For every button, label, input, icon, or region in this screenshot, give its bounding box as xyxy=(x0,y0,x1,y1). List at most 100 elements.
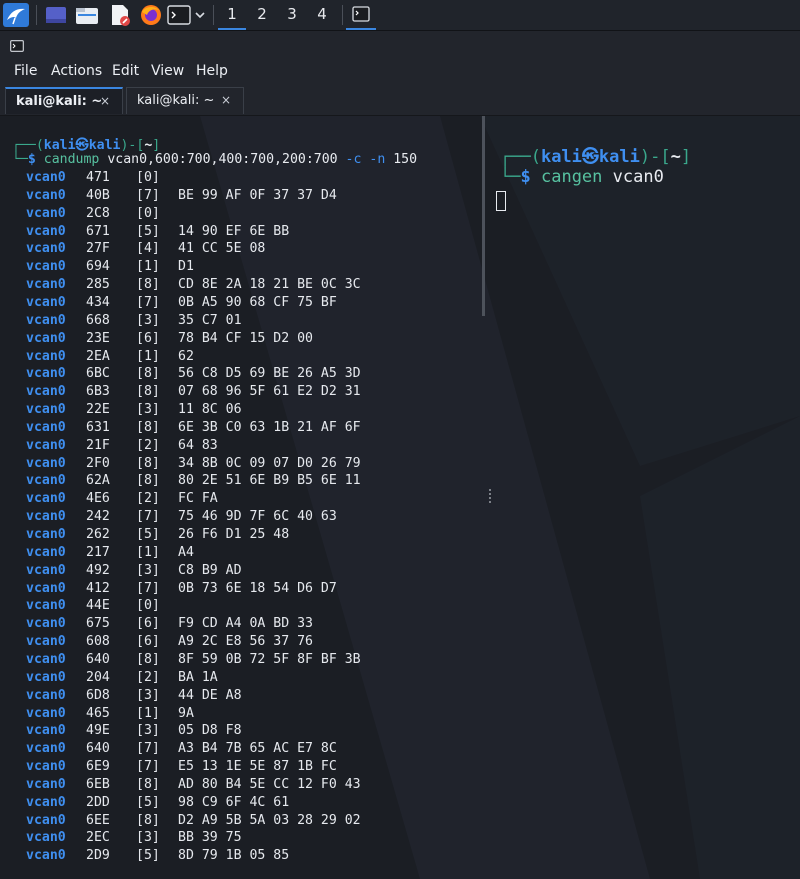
data-bytes: 64 83 xyxy=(178,437,218,453)
terminal-area[interactable]: ┌──(kali㉿kali)-[~] └─$ candump vcan0,600… xyxy=(0,116,800,879)
iface: vcan0 xyxy=(26,598,66,614)
dlc: [1] xyxy=(136,705,160,721)
left-prompt-line2: └─$ candump vcan0,600:700,400:700,200:70… xyxy=(12,152,418,167)
data-bytes: D1 xyxy=(178,259,194,275)
menu-view[interactable]: View xyxy=(151,63,184,79)
can-id: 6EE xyxy=(86,812,110,828)
iface: vcan0 xyxy=(26,580,66,596)
can-id: 412 xyxy=(86,580,110,596)
workspace-3[interactable]: 3 xyxy=(278,0,306,30)
splitter-handle[interactable] xyxy=(489,489,493,503)
data-bytes: E5 13 1E 5E 87 1B FC xyxy=(178,759,337,775)
iface: vcan0 xyxy=(26,384,66,400)
can-id: 6B3 xyxy=(86,384,110,400)
can-id: 694 xyxy=(86,259,110,275)
data-bytes: 98 C9 6F 4C 61 xyxy=(178,794,290,810)
dlc: [3] xyxy=(136,402,160,418)
terminal-window-icon xyxy=(352,6,370,22)
dlc: [3] xyxy=(136,830,160,846)
data-bytes: A3 B4 7B 65 AC E7 8C xyxy=(178,741,337,757)
text-editor-icon[interactable] xyxy=(108,3,132,27)
dlc: [8] xyxy=(136,812,160,828)
left-prompt-line1: ┌──(kali㉿kali)-[~] xyxy=(12,138,161,153)
iface: vcan0 xyxy=(26,241,66,257)
tab-label: kali@kali: ~ xyxy=(16,94,103,109)
dlc: [2] xyxy=(136,491,160,507)
data-bytes: 6E 3B C0 63 1B 21 AF 6F xyxy=(178,419,361,435)
file-manager-icon[interactable] xyxy=(75,3,99,27)
data-bytes: 0B 73 6E 18 54 D6 D7 xyxy=(178,580,337,596)
menu-edit[interactable]: Edit xyxy=(112,63,139,79)
data-bytes: 14 90 EF 6E BB xyxy=(178,223,290,239)
can-id: 40B xyxy=(86,187,110,203)
dlc: [8] xyxy=(136,455,160,471)
can-id: 6E9 xyxy=(86,759,110,775)
data-bytes: 8F 59 0B 72 5F 8F BF 3B xyxy=(178,651,361,667)
can-id: 6EB xyxy=(86,776,110,792)
data-bytes: 9A xyxy=(178,705,194,721)
data-bytes: BA 1A xyxy=(178,669,218,685)
can-id: 434 xyxy=(86,294,110,310)
data-bytes: 41 CC 5E 08 xyxy=(178,241,266,257)
data-bytes: 8D 79 1B 05 85 xyxy=(178,848,290,864)
can-id: 217 xyxy=(86,544,110,560)
data-bytes: 07 68 96 5F 61 E2 D2 31 xyxy=(178,384,361,400)
workspace-4[interactable]: 4 xyxy=(308,0,336,30)
tab-close-icon[interactable]: × xyxy=(100,89,110,114)
iface: vcan0 xyxy=(26,223,66,239)
tab-terminal-2[interactable]: kali@kali: ~ × xyxy=(126,87,244,114)
workspace-2[interactable]: 2 xyxy=(248,0,276,30)
menu-file[interactable]: File xyxy=(14,63,37,79)
can-id: 44E xyxy=(86,598,110,614)
window-terminal-icon xyxy=(10,40,24,52)
can-id: 21F xyxy=(86,437,110,453)
dlc: [5] xyxy=(136,527,160,542)
kali-menu-icon[interactable] xyxy=(3,3,29,27)
data-bytes: D2 A9 5B 5A 03 28 29 02 xyxy=(178,812,361,828)
data-bytes: A4 xyxy=(178,544,194,560)
can-id: 2C8 xyxy=(86,205,110,221)
dlc: [7] xyxy=(136,759,160,775)
dlc: [8] xyxy=(136,776,160,792)
data-bytes: 56 C8 D5 69 BE 26 A5 3D xyxy=(178,366,361,382)
taskbar-window-button[interactable] xyxy=(346,0,376,30)
pane-splitter[interactable] xyxy=(482,116,485,316)
tab-terminal-1[interactable]: kali@kali: ~ × xyxy=(5,87,123,114)
firefox-icon[interactable] xyxy=(139,3,163,27)
workspace-1[interactable]: 1 xyxy=(218,0,246,30)
terminal-icon[interactable] xyxy=(167,3,191,27)
can-id: 675 xyxy=(86,616,110,632)
menu-help[interactable]: Help xyxy=(196,63,228,79)
iface: vcan0 xyxy=(26,491,66,507)
dlc: [0] xyxy=(136,598,160,614)
data-bytes: 80 2E 51 6E B9 B5 6E 11 xyxy=(178,473,361,489)
iface: vcan0 xyxy=(26,330,66,346)
can-id: 262 xyxy=(86,527,110,542)
data-bytes: 75 46 9D 7F 6C 40 63 xyxy=(178,509,337,525)
chevron-down-icon[interactable] xyxy=(194,3,206,27)
iface: vcan0 xyxy=(26,437,66,453)
data-bytes: 35 C7 01 xyxy=(178,312,242,328)
data-bytes: BB 39 75 xyxy=(178,830,242,846)
menu-actions[interactable]: Actions xyxy=(51,63,102,79)
tab-close-icon[interactable]: × xyxy=(221,88,231,113)
dlc: [3] xyxy=(136,687,160,703)
dlc: [0] xyxy=(136,170,160,185)
dlc: [6] xyxy=(136,330,160,346)
desktop-icon[interactable] xyxy=(45,3,67,27)
data-bytes: BE 99 AF 0F 37 37 D4 xyxy=(178,187,337,203)
dlc: [7] xyxy=(136,187,160,203)
can-id: 285 xyxy=(86,277,110,293)
can-id: 2DD xyxy=(86,794,110,810)
tab-bar: kali@kali: ~ × kali@kali: ~ × xyxy=(0,85,800,116)
dlc: [8] xyxy=(136,419,160,435)
can-id: 2EA xyxy=(86,348,110,364)
can-id: 668 xyxy=(86,312,110,328)
iface: vcan0 xyxy=(26,669,66,685)
data-bytes: 62 xyxy=(178,348,194,364)
dlc: [5] xyxy=(136,794,160,810)
dlc: [5] xyxy=(136,848,160,864)
data-bytes: C8 B9 AD xyxy=(178,562,242,578)
dlc: [2] xyxy=(136,437,160,453)
iface: vcan0 xyxy=(26,366,66,382)
